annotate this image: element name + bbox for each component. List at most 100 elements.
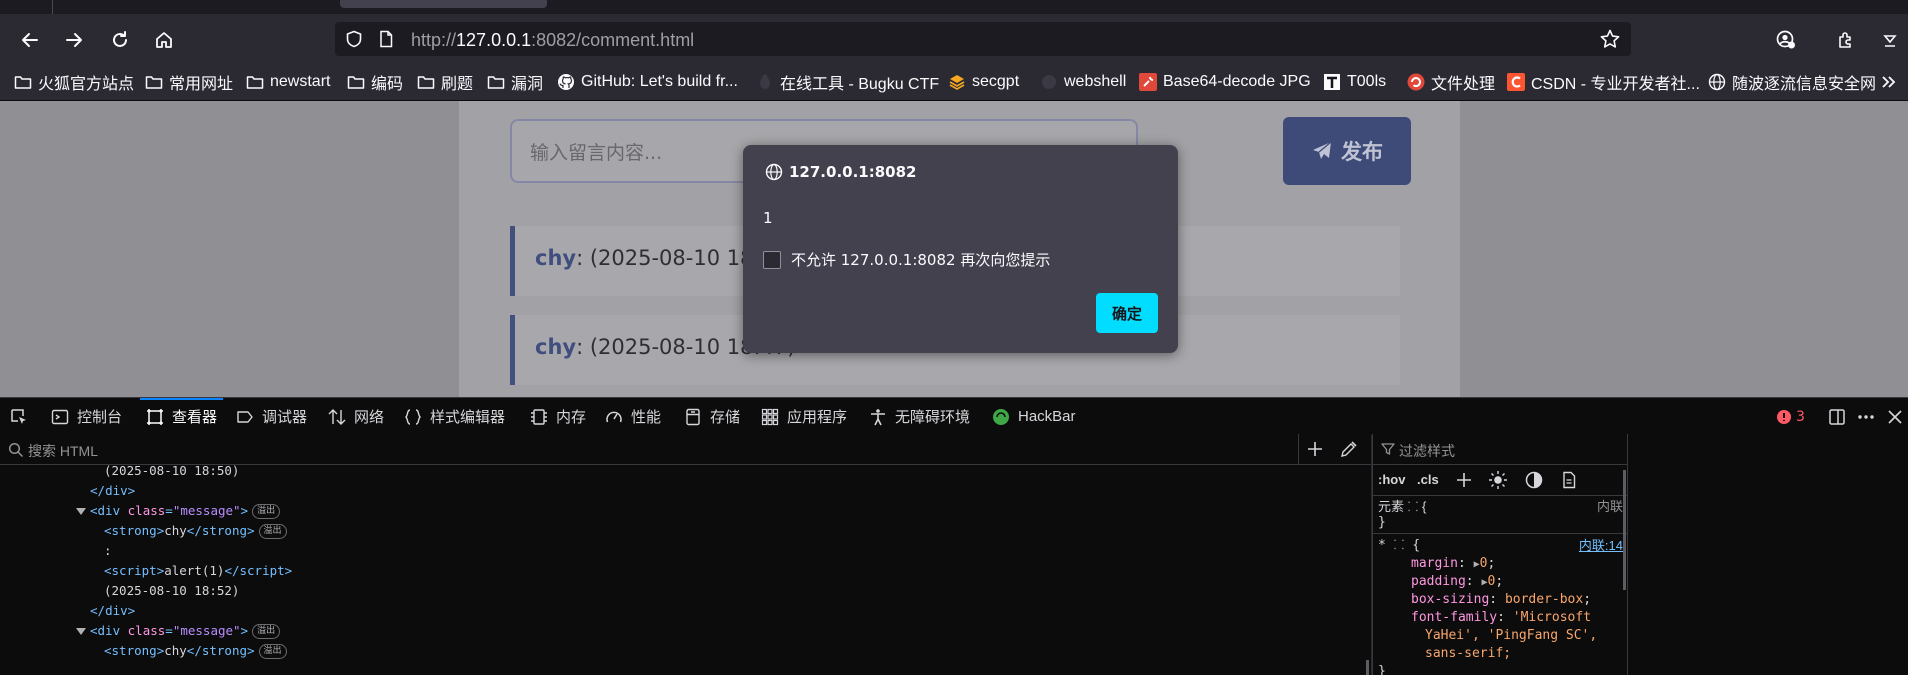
markup-text-node[interactable]: : [104, 541, 112, 561]
github-icon [558, 74, 574, 90]
markup-scrollbar[interactable] [1366, 660, 1369, 675]
tab-inspector[interactable]: 查看器 [139, 398, 224, 435]
back-icon[interactable] [14, 24, 46, 56]
markup-element-script[interactable]: <script>alert(1)</script> [104, 561, 292, 581]
suppress-checkbox[interactable] [763, 250, 781, 269]
bookmark-item[interactable]: 火狐官方站点 [14, 72, 134, 93]
bookmark-item[interactable]: webshell [1040, 72, 1126, 92]
tab-memory[interactable]: 内存 [530, 398, 586, 435]
bookmark-item[interactable]: 在线工具 - Bugku CTF [756, 72, 939, 93]
markup-close-tag[interactable]: </div> [90, 601, 135, 621]
ok-button[interactable]: 确定 [1096, 293, 1158, 333]
tab-storage[interactable]: 存储 [684, 398, 740, 435]
element-picker-icon[interactable] [10, 398, 28, 435]
markup-element-strong[interactable]: <strong>chy</strong> 溢出 [104, 641, 287, 661]
dialog-suppress-option[interactable]: 不允许 127.0.0.1:8082 再次向您提示 [763, 249, 1050, 270]
forward-icon[interactable] [58, 24, 90, 56]
markup-element-div[interactable]: <div class="message"> 溢出 [76, 501, 281, 521]
add-node-icon[interactable] [1306, 440, 1324, 458]
page-icon[interactable] [377, 30, 395, 48]
devtools-menu-icon[interactable] [1856, 398, 1876, 435]
markup-text-node[interactable]: (2025-08-10 18:50) [104, 465, 239, 481]
css-declaration[interactable]: font-family: 'Microsoft [1411, 609, 1591, 627]
css-declaration[interactable]: margin: ▶0; [1411, 555, 1495, 573]
overflow-menu-icon[interactable] [1874, 24, 1906, 56]
bookmark-item[interactable]: 常用网址 [145, 72, 233, 93]
bookmark-item[interactable]: CSDN - 专业开发者社... [1507, 72, 1700, 93]
tab-accessibility[interactable]: 无障碍环境 [869, 398, 970, 435]
message-input-placeholder: 输入留言内容... [530, 142, 663, 164]
overflow-badge[interactable]: 溢出 [252, 504, 281, 519]
html-search-bar[interactable]: 搜索 HTML [0, 434, 1371, 465]
overflow-badge[interactable]: 溢出 [258, 644, 287, 659]
tab-label: HackBar [1018, 408, 1076, 425]
overflow-badge[interactable]: 溢出 [258, 524, 287, 539]
folder-icon [246, 76, 264, 89]
eyedropper-icon[interactable] [1340, 440, 1358, 458]
account-icon[interactable] [1770, 24, 1802, 56]
error-counter[interactable]: 3 [1776, 398, 1805, 435]
bookmark-item[interactable]: GitHub: Let's build fr... [557, 72, 738, 92]
hover-toggle[interactable]: :hov [1378, 472, 1405, 487]
bookmark-item[interactable]: 编码 [347, 72, 404, 93]
active-tab[interactable] [340, 0, 547, 8]
rules-toolbar: :hov .cls [1373, 465, 1627, 496]
expand-toggle-icon[interactable] [76, 508, 86, 515]
css-declaration[interactable]: box-sizing: border-box; [1411, 591, 1591, 609]
markup-element-strong[interactable]: <strong>chy</strong> 溢出 [104, 521, 287, 541]
markup-close-tag[interactable]: </div> [90, 481, 135, 501]
bookmark-label: 编码 [371, 76, 404, 93]
folder-icon [347, 76, 365, 89]
universal-rule-selector[interactable]: * ⸬ { [1378, 537, 1420, 555]
bookmark-item[interactable]: 漏洞 [487, 72, 543, 93]
print-media-icon[interactable] [1560, 471, 1578, 489]
filter-styles-bar[interactable]: 过滤样式 [1373, 434, 1627, 465]
class-toggle[interactable]: .cls [1417, 472, 1439, 487]
light-theme-icon[interactable] [1489, 471, 1507, 489]
css-declaration[interactable]: padding: ▶0; [1411, 573, 1503, 591]
bookmark-item[interactable]: secgpt [948, 72, 1019, 92]
bookmark-item[interactable]: 文件处理 [1407, 72, 1495, 93]
close-devtools-icon[interactable] [1886, 398, 1904, 435]
tab-debugger[interactable]: 调试器 [236, 398, 307, 435]
dock-side-icon[interactable] [1827, 398, 1847, 435]
universal-rule-source-link[interactable]: 内联:14 [1579, 537, 1623, 555]
tab-console[interactable]: 控制台 [51, 398, 122, 435]
application-icon [761, 408, 779, 425]
overflow-badge[interactable]: 溢出 [252, 624, 281, 639]
suppress-checkbox-label[interactable]: 不允许 127.0.0.1:8082 再次向您提示 [791, 249, 1050, 270]
message-author: chy [535, 335, 577, 359]
bookmark-star-icon[interactable] [1599, 28, 1621, 50]
tab-network[interactable]: 网络 [328, 398, 384, 435]
hackbar-icon [993, 408, 1009, 425]
tab-style-editor[interactable]: 样式编辑器 [404, 398, 505, 435]
bookmark-item[interactable]: newstart [246, 72, 330, 92]
bookmark-label: newstart [270, 73, 331, 90]
bookmark-item[interactable]: T00ls [1323, 72, 1386, 92]
bookmark-label: CSDN - 专业开发者社... [1531, 76, 1700, 93]
bookmark-item[interactable]: Base64-decode JPG [1139, 72, 1311, 92]
markup-text-node[interactable]: (2025-08-10 18:52) [104, 581, 239, 601]
bookmark-item[interactable]: 刷题 [417, 72, 473, 93]
add-rule-icon[interactable] [1456, 472, 1472, 488]
network-icon [328, 408, 346, 425]
more-bookmarks-icon[interactable] [1880, 72, 1898, 92]
tab-application[interactable]: 应用程序 [761, 398, 847, 435]
bookmark-label: T00ls [1347, 73, 1387, 90]
rules-scrollbar[interactable] [1623, 470, 1626, 590]
shield-icon[interactable] [345, 30, 363, 48]
home-icon[interactable] [148, 24, 180, 56]
publish-button[interactable]: 发布 [1283, 117, 1411, 185]
reload-icon[interactable] [104, 24, 136, 56]
url-text[interactable]: http://127.0.0.1:8082/comment.html [411, 30, 694, 51]
dark-theme-icon[interactable] [1525, 471, 1543, 489]
tab-performance[interactable]: 性能 [605, 398, 661, 435]
markup-element-div[interactable]: <div class="message"> 溢出 [76, 621, 281, 641]
expand-toggle-icon[interactable] [76, 628, 86, 635]
extensions-icon[interactable] [1830, 24, 1862, 56]
tab-hackbar[interactable]: HackBar [992, 398, 1076, 435]
url-bar[interactable]: http://127.0.0.1:8082/comment.html [335, 22, 1631, 56]
bookmark-item[interactable]: 随波逐流信息安全网 [1708, 72, 1876, 93]
tab-label: 控制台 [77, 409, 123, 426]
publish-label: 发布 [1341, 140, 1383, 164]
